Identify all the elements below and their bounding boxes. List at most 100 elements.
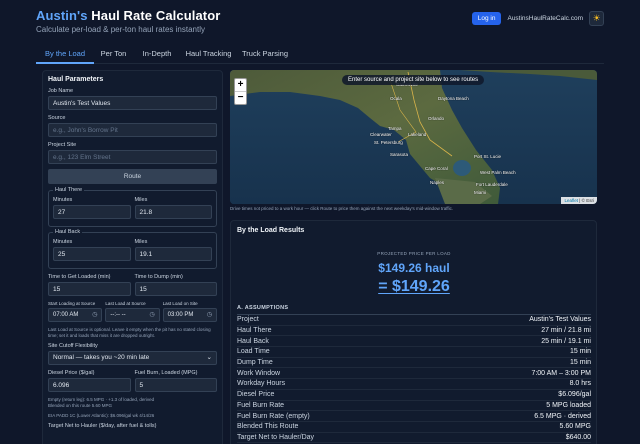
assumption-row: Load Time 15 min xyxy=(237,347,591,358)
assumption-value: 15 min xyxy=(569,348,591,356)
assumption-key: Work Window xyxy=(237,369,281,377)
source-label: Source xyxy=(48,115,66,121)
assumption-key: Fuel Burn Rate (empty) xyxy=(237,412,310,420)
assumption-value: 7:00 AM – 3:00 PM xyxy=(531,369,591,377)
login-button[interactable]: Log in xyxy=(471,12,502,25)
assumption-row: Dump Time 15 min xyxy=(237,358,591,369)
zoom-out-button[interactable]: − xyxy=(235,92,246,105)
assumption-row: Target Net to Hauler/Day $640.00 xyxy=(237,433,591,444)
leaflet-link[interactable]: Leaflet xyxy=(564,198,578,203)
tab-in-depth[interactable]: In-Depth xyxy=(133,44,181,64)
map-place-tampa: Tampa xyxy=(388,126,402,131)
assumption-row: Work Window 7:00 AM – 3:00 PM xyxy=(237,368,591,380)
assumption-key: Target Net to Hauler/Day xyxy=(237,433,315,441)
assumption-value: 27 min / 21.8 mi xyxy=(541,327,591,335)
zoom-control: + − xyxy=(234,78,247,105)
start-loading-label: Start Loading at Source xyxy=(48,301,96,306)
empty-burn-note: Empty (return leg): 6.5 MPG · +1.3 of lo… xyxy=(48,397,155,408)
assumptions-header: A. ASSUMPTIONS xyxy=(237,305,591,315)
assumption-row: Workday Hours 8.0 hrs xyxy=(237,379,591,390)
map-place-daytona: Daytona Beach xyxy=(438,96,469,101)
haul-there-legend: Haul There xyxy=(53,187,85,193)
assumption-value: 8.0 hrs xyxy=(569,380,591,388)
map-place-cape-coral: Cape Coral xyxy=(425,166,448,171)
haul-price: $149.26 haul xyxy=(378,261,450,275)
tab-bar: By the Load Per Ton In-Depth Haul Tracki… xyxy=(36,44,604,64)
assumptions-list: Project Austin's Test Values Haul There 27 … xyxy=(237,315,591,444)
last-load-site-label: Last Load on Site xyxy=(162,301,198,306)
cutoff-select[interactable]: Normal — takes you ~20 min late ⌄ xyxy=(48,351,217,365)
last-load-source-input[interactable]: --:-- -- ◷ xyxy=(105,308,160,322)
assumption-key: Blended This Route xyxy=(237,423,299,431)
diesel-price-input[interactable]: 6.096 xyxy=(48,378,131,392)
map-place-west-palm: West Palm Beach xyxy=(480,170,516,175)
start-loading-input[interactable]: 07:00 AM ◷ xyxy=(48,308,103,322)
assumption-key: Diesel Price xyxy=(237,391,275,399)
haul-back-minutes-input[interactable]: 25 xyxy=(53,247,131,261)
projected-label: PROJECTED PRICE PER LOAD xyxy=(377,251,451,256)
dump-time-label: Time to Dump (min) xyxy=(134,274,183,280)
assumption-row: Blended This Route 5.60 MPG xyxy=(237,422,591,433)
time-note: Last Load at Source is optional. Leave i… xyxy=(48,327,211,338)
project-site-input[interactable]: e.g., 123 Elm Street xyxy=(48,150,217,164)
haul-back-legend: Haul Back xyxy=(53,229,83,235)
assumption-key: Haul Back xyxy=(237,337,269,345)
project-site-label: Project Site xyxy=(48,142,77,148)
map-attribution: Leaflet | © Esri xyxy=(561,197,597,204)
last-load-source-label: Last Load at Source xyxy=(105,301,146,306)
target-net-label: Target Net to Hauler ($/day, after fuel … xyxy=(48,423,157,429)
route-button[interactable]: Route xyxy=(48,169,217,184)
tab-by-the-load[interactable]: By the Load xyxy=(36,44,94,64)
assumption-value: Austin's Test Values xyxy=(529,316,591,324)
job-name-label: Job Name xyxy=(48,88,74,94)
haul-there-minutes-label: Minutes xyxy=(53,197,73,203)
chevron-down-icon: ⌄ xyxy=(206,354,212,361)
site-link[interactable]: AustinsHaulRateCalc.com xyxy=(507,15,583,22)
assumption-row: Haul There 27 min / 21.8 mi xyxy=(237,326,591,337)
theme-toggle-button[interactable]: ☀ xyxy=(589,11,604,26)
assumption-value: 25 min / 19.1 mi xyxy=(541,337,591,345)
tab-truck-parsing[interactable]: Truck Parsing xyxy=(236,44,294,64)
assumption-row: Project Austin's Test Values xyxy=(237,315,591,326)
dump-time-input[interactable]: 15 xyxy=(134,282,217,296)
last-load-site-input[interactable]: 03:00 PM ◷ xyxy=(162,308,217,322)
assumption-key: Fuel Burn Rate xyxy=(237,401,285,409)
haul-there-miles-label: Miles xyxy=(134,197,148,203)
assumption-key: Project xyxy=(237,316,259,324)
lake-okeechobee xyxy=(453,160,471,176)
load-time-input[interactable]: 15 xyxy=(48,282,131,296)
haul-back-miles-label: Miles xyxy=(134,239,148,245)
map-note: Drive times not priced to a work hour — … xyxy=(230,206,454,211)
zoom-in-button[interactable]: + xyxy=(235,79,246,92)
haul-there-minutes-input[interactable]: 27 xyxy=(53,205,131,219)
map-place-miami: Miami xyxy=(474,190,486,195)
haul-there-miles-input[interactable]: 21.8 xyxy=(134,205,212,219)
tab-haul-tracking[interactable]: Haul Tracking xyxy=(181,44,236,64)
haul-there-group: Haul There Minutes 27 Miles 21.8 xyxy=(48,187,217,227)
clock-icon: ◷ xyxy=(149,312,155,318)
map-place-fort-lauderdale: Fort Lauderdale xyxy=(476,182,508,187)
panel-title: Haul Parameters xyxy=(48,76,104,83)
job-name-input[interactable]: Austin's Test Values xyxy=(48,96,217,110)
sun-icon: ☀ xyxy=(592,13,601,23)
fuel-burn-input[interactable]: 5 xyxy=(134,378,217,392)
route-map[interactable]: Gainesville Ocala Daytona Beach Orlando … xyxy=(230,70,597,204)
map-place-port-st-lucie: Port St. Lucie xyxy=(474,154,502,159)
map-place-lakeland: Lakeland xyxy=(408,132,427,137)
map-place-naples: Naples xyxy=(430,180,445,185)
clock-icon: ◷ xyxy=(206,312,212,318)
eia-note: EIA PADD 1C (Lower Atlantic): $6.096/gal… xyxy=(48,413,155,418)
diesel-price-label: Diesel Price ($/gal) xyxy=(48,370,95,376)
tab-per-ton[interactable]: Per Ton xyxy=(94,44,133,64)
assumption-value: 15 min xyxy=(569,359,591,367)
satellite-map xyxy=(230,70,597,204)
map-place-sarasota: Sarasota xyxy=(390,152,409,157)
load-time-label: Time to Get Loaded (min) xyxy=(48,274,111,280)
source-input[interactable]: e.g., John's Borrow Pit xyxy=(48,123,217,137)
map-message: Enter source and project site below to s… xyxy=(342,75,485,85)
fuel-burn-label: Fuel Burn, Loaded (MPG) xyxy=(134,370,198,376)
haul-parameters-panel: Haul Parameters Job Name Austin's Test V… xyxy=(42,70,223,444)
app-header: Austin's Haul Rate Calculator Calculate … xyxy=(0,0,640,44)
haul-back-miles-input[interactable]: 19.1 xyxy=(134,247,212,261)
assumption-key: Workday Hours xyxy=(237,380,286,388)
